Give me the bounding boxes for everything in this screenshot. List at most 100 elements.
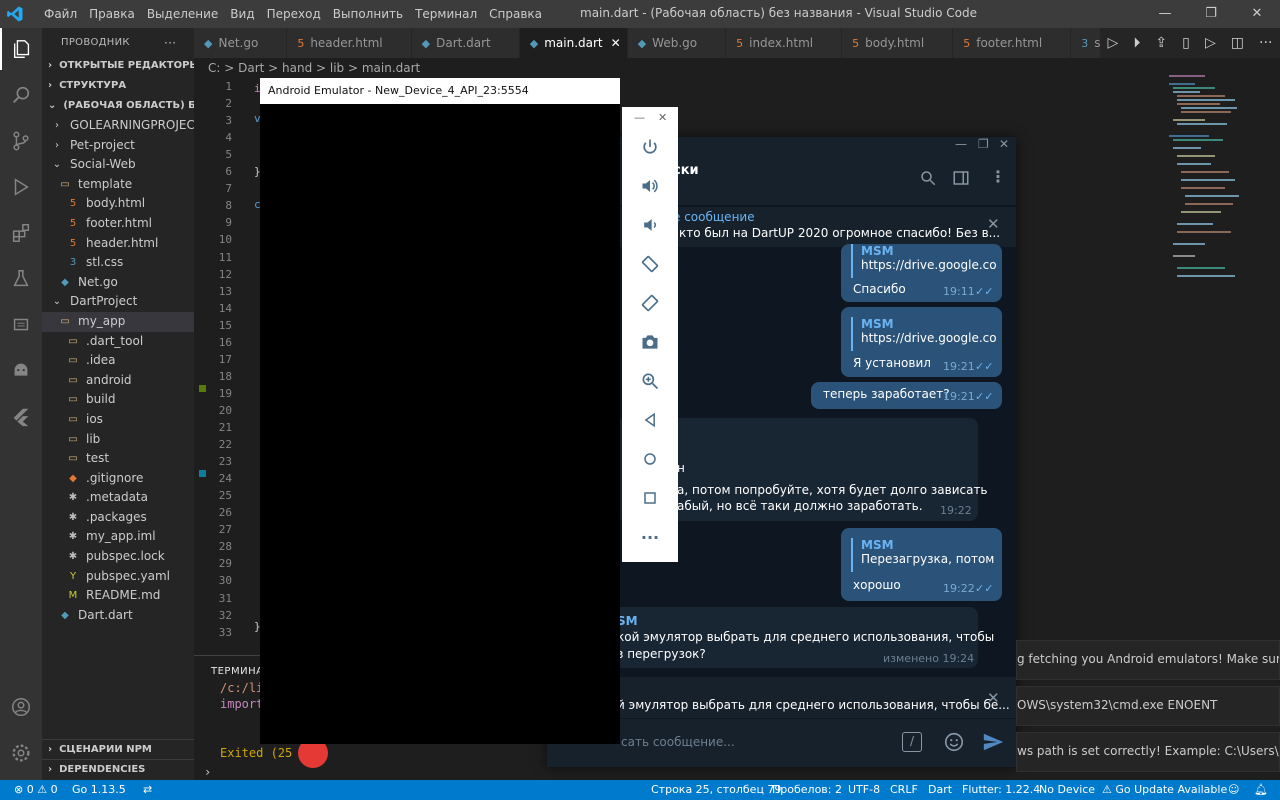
volume-up-icon[interactable] [636, 172, 664, 200]
tree-item[interactable]: ◆ Net.go [42, 273, 194, 293]
run-debug-icon[interactable] [0, 166, 42, 208]
notification[interactable]: ws path is set correctly! Example: C:\Us… [1016, 732, 1280, 772]
minimize-icon[interactable]: — [1142, 0, 1188, 28]
tree-item[interactable]: ✱ .metadata [42, 488, 194, 508]
tree-item[interactable]: › Pet-project [42, 136, 194, 156]
tree-item[interactable]: 5 body.html [42, 194, 194, 214]
menu-go[interactable]: Переход [261, 7, 327, 21]
go-version-status[interactable]: Go 1.13.5 [72, 780, 126, 800]
hot-reload-icon[interactable]: ⇪ [1155, 35, 1167, 51]
section-open-editors[interactable]: › ОТКРЫТЫЕ РЕДАКТОРЫ [42, 56, 194, 76]
tree-item[interactable]: ▭ .idea [42, 351, 194, 371]
settings-gear-icon[interactable] [0, 732, 42, 774]
tree-item[interactable]: ✱ pubspec.lock [42, 547, 194, 567]
section-npm-scripts[interactable]: › СЦЕНАРИИ NPM [42, 739, 194, 759]
back-icon[interactable] [636, 406, 664, 434]
tree-item[interactable]: ▭ template [42, 175, 194, 195]
volume-down-icon[interactable] [636, 211, 664, 239]
tree-item[interactable]: ▭ my_app [42, 311, 194, 332]
tree-item[interactable]: ▭ ios [42, 410, 194, 430]
search-icon[interactable] [0, 74, 42, 116]
more-actions-icon[interactable]: ··· [164, 28, 176, 58]
section-dependencies[interactable]: › DEPENDENCIES [42, 759, 194, 779]
tree-item[interactable]: ▭ .dart_tool [42, 332, 194, 352]
close-icon[interactable]: ✕ [999, 137, 1009, 151]
tree-item[interactable]: ✱ my_app.iml [42, 527, 194, 547]
tree-item[interactable]: ▭ android [42, 371, 194, 391]
tree-item[interactable]: ✱ .packages [42, 508, 194, 528]
camera-icon[interactable] [636, 328, 664, 356]
more-icon[interactable]: ··· [636, 523, 664, 551]
language-status[interactable]: Dart [928, 780, 952, 800]
close-icon[interactable]: ✕ [658, 111, 667, 124]
editor-tab[interactable]: ◆ Net.go [194, 28, 288, 58]
message-outgoing[interactable]: MSM https://drive.google.co... Я установ… [841, 307, 1002, 377]
indentation-status[interactable]: Пробелов: 2 [772, 780, 842, 800]
eol-status[interactable]: CRLF [890, 780, 918, 800]
cursor-position-status[interactable]: Строка 25, столбец 79 [651, 780, 781, 800]
android-icon[interactable] [0, 350, 42, 392]
zoom-icon[interactable] [636, 367, 664, 395]
debug-step-icon[interactable]: ⏵ [1133, 35, 1140, 51]
run-icon[interactable]: ▷ [1108, 35, 1119, 51]
minimize-icon[interactable]: — [955, 137, 967, 151]
tree-item[interactable]: ▭ build [42, 390, 194, 410]
tree-item[interactable]: 5 header.html [42, 234, 194, 254]
cancel-reply-icon[interactable]: ✕ [987, 689, 1000, 707]
close-pinned-icon[interactable]: ✕ [987, 215, 1000, 233]
minimap[interactable] [1165, 72, 1245, 292]
device-status[interactable]: No Device [1039, 780, 1095, 800]
problems-status[interactable]: ⊗ 0 ⚠ 0 [14, 780, 58, 800]
tree-item[interactable]: ▭ test [42, 449, 194, 469]
rotate-right-icon[interactable] [636, 289, 664, 317]
sidebar-toggle-icon[interactable] [952, 169, 970, 190]
tree-item[interactable]: ◆ .gitignore [42, 469, 194, 489]
editor-tab[interactable]: 5 index.html [726, 28, 843, 58]
breadcrumb[interactable]: C: > Dart > hand > lib > main.dart [194, 58, 1280, 78]
editor-tab[interactable]: 5 body.html [842, 28, 954, 58]
tree-item[interactable]: ⌄ Social-Web [42, 155, 194, 175]
menu-run[interactable]: Выполнить [327, 7, 409, 21]
home-icon[interactable] [636, 445, 664, 473]
message-input[interactable]: сать сообщение... [621, 735, 735, 749]
more-icon[interactable]: ··· [1259, 35, 1272, 51]
emoji-icon[interactable] [943, 731, 965, 756]
menu-view[interactable]: Вид [224, 7, 260, 21]
section-workspace[interactable]: ⌄ (РАБОЧАЯ ОБЛАСТЬ) БЕЗ ... [42, 96, 194, 116]
tree-item[interactable]: ◆ Dart.dart [42, 606, 194, 626]
bot-commands-icon[interactable]: / [902, 732, 922, 752]
extensions-icon[interactable] [0, 212, 42, 254]
menu-edit[interactable]: Правка [83, 7, 141, 21]
notification[interactable]: g fetching you Android emulators! Make s… [1016, 640, 1280, 680]
menu-help[interactable]: Справка [483, 7, 548, 21]
account-icon[interactable] [0, 686, 42, 728]
tree-item[interactable]: ▭ lib [42, 430, 194, 450]
menu-terminal[interactable]: Терминал [409, 7, 483, 21]
rotate-left-icon[interactable] [636, 250, 664, 278]
message-incoming[interactable]: SM кой эмулятор выбрать для среднего исп… [597, 607, 994, 668]
testing-icon[interactable] [0, 258, 42, 300]
maximize-icon[interactable]: ❐ [1188, 0, 1234, 28]
tree-item[interactable]: ⌄ DartProject [42, 292, 194, 312]
encoding-status[interactable]: UTF-8 [848, 780, 880, 800]
more-vertical-icon[interactable]: ⋮ [990, 167, 1006, 186]
explorer-icon[interactable] [0, 28, 42, 70]
search-icon[interactable] [919, 169, 937, 190]
run-file-icon[interactable]: ▷ [1205, 35, 1216, 51]
go-update-status[interactable]: ⚠ Go Update Available [1102, 780, 1227, 800]
send-icon[interactable] [982, 731, 1004, 756]
tree-item[interactable]: › GOLEARNINGPROJECT [42, 116, 194, 136]
power-icon[interactable] [636, 133, 664, 161]
live-share-icon[interactable]: ⇄ [143, 780, 152, 800]
feedback-icon[interactable]: ☺ [1228, 780, 1239, 800]
close-icon[interactable]: ✕ [1234, 0, 1280, 28]
editor-tab[interactable]: ◆ Web.go [627, 28, 727, 58]
menu-selection[interactable]: Выделение [141, 7, 224, 21]
notification[interactable]: OWS\system32\cmd.exe ENOENT [1016, 686, 1280, 726]
message-outgoing[interactable]: MSM https://drive.google.co... Спасибо 1… [841, 244, 1002, 302]
editor-tab[interactable]: 5 header.html [287, 28, 412, 58]
flutter-icon[interactable] [0, 396, 42, 438]
tree-item[interactable]: Ypubspec.yaml [42, 567, 194, 587]
overview-icon[interactable] [636, 484, 664, 512]
section-structure[interactable]: › СТРУКТУРА [42, 76, 194, 96]
